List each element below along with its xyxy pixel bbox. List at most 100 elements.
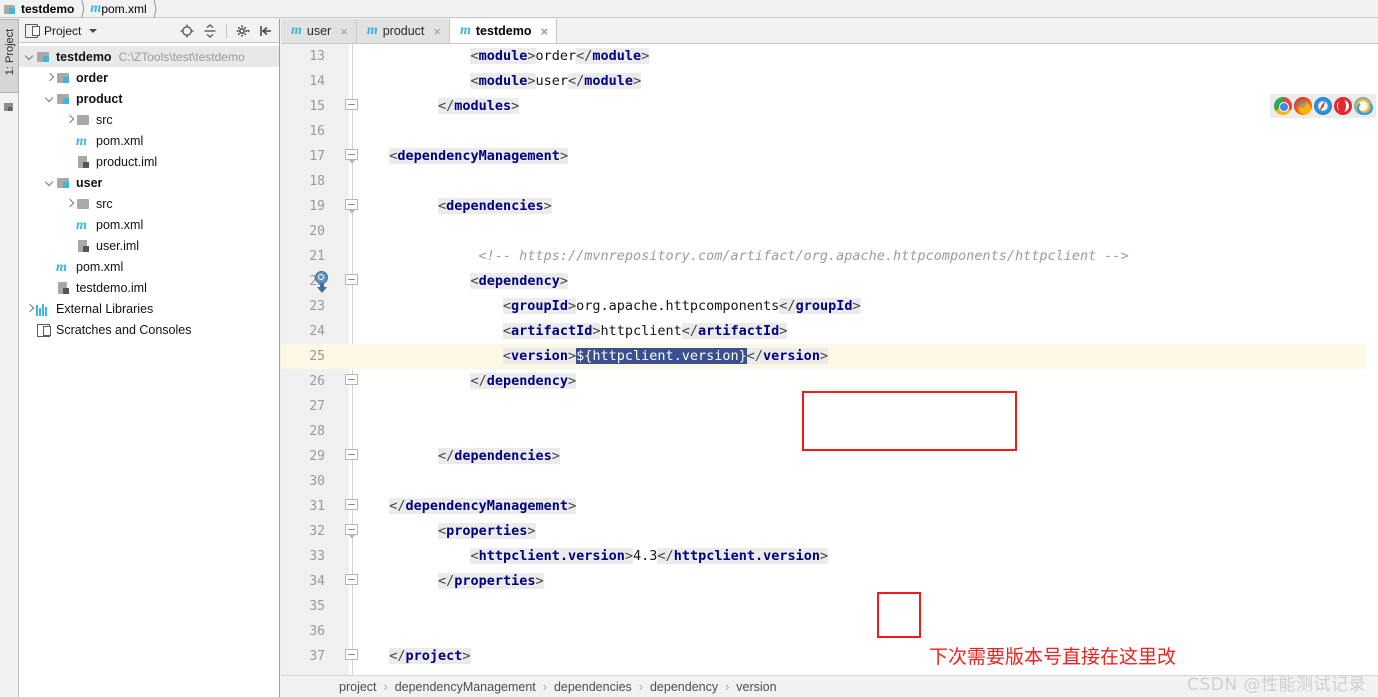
tree-item-external-libraries[interactable]: External Libraries (19, 298, 279, 319)
code-line[interactable]: 21 <!-- https://mvnrepository.com/artifac… (281, 244, 1378, 269)
opera-icon[interactable] (1334, 97, 1352, 115)
code-line[interactable]: 20 (281, 219, 1378, 244)
chevron-down-icon[interactable] (43, 92, 56, 105)
code-line[interactable]: 25 <version>${httpclient.version}</versio… (281, 344, 1378, 369)
xml-bracket: > (511, 98, 520, 114)
editor-tab-user[interactable]: m user × (281, 19, 357, 43)
code-line[interactable]: 15 </modules> (281, 94, 1378, 119)
code-line[interactable]: 32 <properties> (281, 519, 1378, 544)
code-line[interactable]: 33 <httpclient.version>4.3</httpclient.ve… (281, 544, 1378, 569)
editor-tab-testdemo[interactable]: m testdemo × (450, 19, 558, 43)
project-tree: testdemo C:\ZTools\test\testdemo order prod… (19, 43, 279, 340)
chevron-down-icon[interactable] (89, 28, 98, 33)
chrome-icon[interactable] (1274, 97, 1292, 115)
code-line[interactable]: 29 </dependencies> (281, 444, 1378, 469)
status-breadcrumb-item-dependency[interactable]: dependency (650, 680, 718, 694)
xml-bracket: < (437, 523, 447, 539)
xml-tag-name: module (584, 73, 634, 89)
tree-item-pom-xml[interactable]: m pom.xml (19, 214, 279, 235)
locate-icon[interactable] (180, 24, 194, 38)
tree-item-pom-xml[interactable]: m pom.xml (19, 256, 279, 277)
bookmark-icon[interactable] (313, 271, 331, 293)
code-line[interactable]: 23 <groupId>org.apache.httpcomponents</gr… (281, 294, 1378, 319)
code-line[interactable]: 35 (281, 594, 1378, 619)
fold-toggle-icon[interactable] (345, 524, 360, 539)
terminal-icon[interactable] (4, 103, 14, 113)
fold-toggle-icon[interactable] (345, 574, 360, 589)
editor-scrollbar[interactable] (1366, 69, 1378, 697)
code-editor[interactable]: 13 <module>order</module> 14 <module>user</… (281, 44, 1378, 697)
xml-bracket: > (527, 523, 536, 539)
tree-item-label: pom.xml (96, 133, 144, 148)
status-breadcrumb-item-dependencies[interactable]: dependencies (554, 680, 632, 694)
code-line[interactable]: 22<dependency> (281, 269, 1378, 294)
tree-item-user[interactable]: user (19, 172, 279, 193)
tool-window-button-project[interactable]: 1: Project (0, 19, 19, 93)
code-line[interactable]: 19 <dependencies> (281, 194, 1378, 219)
close-icon[interactable]: × (433, 25, 441, 38)
firefox-icon[interactable] (1294, 97, 1312, 115)
code-line[interactable]: 30 (281, 469, 1378, 494)
fold-toggle-icon[interactable] (345, 199, 360, 214)
fold-toggle-icon[interactable] (345, 274, 360, 289)
code-line[interactable]: 34 </properties> (281, 569, 1378, 594)
line-number: 36 (309, 624, 325, 639)
fold-toggle-icon[interactable] (345, 149, 360, 164)
tree-item-product[interactable]: product (19, 88, 279, 109)
code-line[interactable]: 13 <module>order</module> (281, 44, 1378, 69)
tree-item-pom-xml[interactable]: m pom.xml (19, 130, 279, 151)
tree-item-user-iml[interactable]: user.iml (19, 235, 279, 256)
tree-item-order[interactable]: order (19, 67, 279, 88)
status-breadcrumb-item-project[interactable]: project (339, 680, 377, 694)
tree-item-src[interactable]: src (19, 193, 279, 214)
tree-item-product-iml[interactable]: product.iml (19, 151, 279, 172)
code-line[interactable]: 24 <artifactId>httpclient</artifactId> (281, 319, 1378, 344)
safari-icon[interactable] (1314, 97, 1332, 115)
fold-toggle-icon[interactable] (345, 99, 360, 114)
chevron-down-icon[interactable] (23, 50, 36, 63)
code-line[interactable]: 26 </dependency> (281, 369, 1378, 394)
chevron-right-icon[interactable] (63, 113, 76, 126)
tree-item-scratches-and-consoles[interactable]: Scratches and Consoles (19, 319, 279, 340)
line-number: 29 (309, 449, 325, 464)
fold-toggle-icon[interactable] (345, 374, 360, 389)
tree-item-label: pom.xml (76, 259, 124, 274)
fold-toggle-icon[interactable] (345, 449, 360, 464)
chevron-down-icon[interactable] (43, 176, 56, 189)
tree-item-testdemo[interactable]: testdemo C:\ZTools\test\testdemo (19, 46, 279, 67)
code-line[interactable]: 27 (281, 394, 1378, 419)
collapse-all-icon[interactable] (203, 23, 217, 38)
code-line[interactable]: 37 </project> (281, 644, 1378, 669)
close-icon[interactable]: × (340, 25, 348, 38)
code-line[interactable]: 17 <dependencyManagement> (281, 144, 1378, 169)
code-line[interactable]: 16 (281, 119, 1378, 144)
chevron-right-icon[interactable] (43, 71, 56, 84)
xml-text: order (535, 48, 577, 64)
code-line[interactable]: 31 </dependencyManagement> (281, 494, 1378, 519)
chevron-right-icon[interactable] (63, 197, 76, 210)
tree-item-testdemo-iml[interactable]: testdemo.iml (19, 277, 279, 298)
code-text: <groupId>org.apache.httpcomponents</grou… (502, 294, 861, 319)
code-line[interactable]: 28 (281, 419, 1378, 444)
xml-bracket: > (559, 273, 568, 289)
code-line[interactable]: 18 (281, 169, 1378, 194)
ie-icon[interactable] (1354, 97, 1373, 115)
breadcrumb-item-project[interactable]: testdemo (4, 0, 74, 18)
xml-tag-name: dependencyManagement (405, 498, 569, 514)
code-line[interactable]: 36 (281, 619, 1378, 644)
fold-toggle-icon[interactable] (345, 649, 360, 664)
editor-tab-product[interactable]: m product × (356, 19, 450, 43)
fold-toggle-icon[interactable] (345, 499, 360, 514)
settings-gear-icon[interactable] (236, 24, 250, 38)
status-breadcrumb-item-version[interactable]: version (736, 680, 776, 694)
hide-panel-icon[interactable] (259, 24, 273, 38)
tree-item-src[interactable]: src (19, 109, 279, 130)
chevron-right-icon[interactable] (23, 302, 36, 315)
code-line[interactable]: 14 <module>user</module> (281, 69, 1378, 94)
status-breadcrumb-item-dependencyManagement[interactable]: dependencyManagement (395, 680, 536, 694)
xml-bracket: < (470, 548, 479, 564)
close-icon[interactable]: × (540, 25, 548, 38)
breadcrumb-item-file[interactable]: m pom.xml (90, 0, 146, 18)
breadcrumb-separator-icon: › (542, 679, 547, 694)
